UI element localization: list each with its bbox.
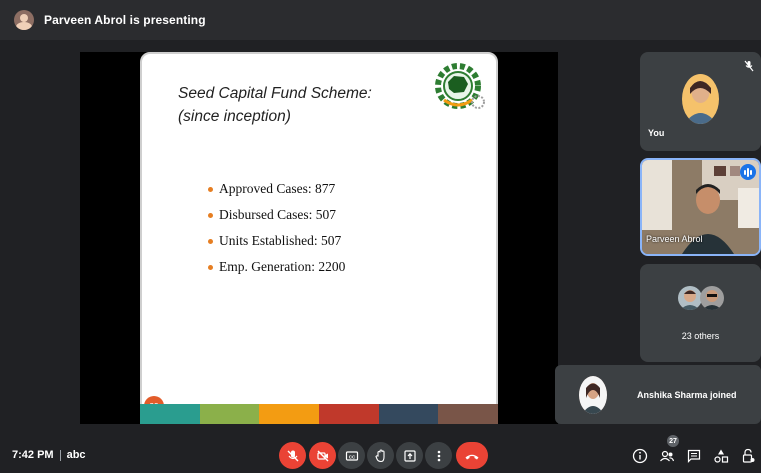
slide-color-strip	[140, 404, 499, 424]
divider	[59, 449, 61, 461]
chat-icon	[687, 449, 701, 463]
presenter-label: Parveen Abrol is presenting	[44, 13, 206, 27]
more-vert-icon	[437, 450, 440, 461]
chat-button[interactable]	[684, 446, 704, 466]
captions-button[interactable]: CC	[338, 442, 365, 469]
strip-segment	[199, 404, 260, 424]
camera-toggle-button[interactable]	[309, 442, 336, 469]
meet-screen: Parveen Abrol is presenting Seed Capital…	[0, 0, 761, 473]
participant-name: You	[648, 128, 665, 138]
strip-segment	[259, 404, 320, 424]
strip-segment	[140, 404, 200, 424]
slide-title-line-1: Seed Capital Fund Scheme:	[178, 85, 372, 102]
slide: Seed Capital Fund Scheme: (since incepti…	[140, 52, 498, 424]
people-icon	[660, 450, 675, 462]
shapes-icon	[714, 449, 729, 463]
strip-segment	[438, 404, 499, 424]
bottom-toolbar: 7:42 PM abc CC	[0, 438, 761, 473]
bullet-dot-icon	[208, 212, 213, 218]
avatar	[682, 74, 719, 124]
notification-text: Anshika Sharma joined	[637, 389, 737, 400]
more-options-button[interactable]	[425, 442, 452, 469]
meeting-clock: 7:42 PM abc	[12, 449, 86, 461]
camera-off-icon	[316, 450, 328, 461]
mic-off-icon	[287, 450, 298, 461]
slide-bullet: Disbursed Cases: 507	[208, 202, 345, 228]
strip-segment	[319, 404, 379, 424]
participant-name: Parveen Abrol	[646, 234, 703, 244]
strip-segment	[378, 404, 439, 424]
bullet-dot-icon	[208, 186, 213, 192]
organization-logo	[435, 63, 485, 109]
activities-button[interactable]	[711, 446, 731, 466]
mic-toggle-button[interactable]	[279, 442, 306, 469]
people-button[interactable]	[657, 446, 677, 466]
bullet-dot-icon	[208, 264, 213, 270]
info-icon	[632, 448, 648, 464]
people-count-badge: 27	[667, 435, 679, 447]
slide-bullet: Emp. Generation: 2200	[208, 254, 345, 280]
meeting-code: abc	[66, 449, 86, 461]
avatar	[700, 286, 724, 310]
join-notification: Anshika Sharma joined	[555, 365, 761, 424]
slide-bullet: Approved Cases: 877	[208, 176, 345, 202]
mic-off-icon	[744, 60, 754, 72]
hand-icon	[374, 448, 385, 462]
participant-tile-speaker[interactable]: Parveen Abrol	[640, 158, 761, 256]
captions-icon: CC	[345, 450, 358, 461]
participant-tile-you[interactable]: You	[640, 52, 761, 151]
svg-text:CC: CC	[348, 454, 355, 459]
presenter-avatar	[14, 10, 34, 30]
lock-person-icon	[742, 448, 755, 463]
slide-bullet-list: Approved Cases: 877 Disbursed Cases: 507…	[208, 176, 345, 280]
slide-title-line-2: (since inception)	[178, 108, 291, 125]
participant-tile-others[interactable]: 23 others	[640, 264, 761, 362]
slide-title: Seed Capital Fund Scheme: (since incepti…	[178, 82, 372, 128]
speaking-indicator-icon	[740, 164, 756, 180]
presentation-stage[interactable]: Seed Capital Fund Scheme: (since incepti…	[80, 52, 558, 424]
bullet-dot-icon	[208, 238, 213, 244]
leave-call-button[interactable]	[456, 442, 488, 469]
avatar	[579, 375, 607, 414]
raise-hand-button[interactable]	[367, 442, 394, 469]
present-icon	[403, 449, 416, 462]
avatar	[678, 286, 702, 310]
presenter-bar: Parveen Abrol is presenting	[0, 0, 761, 40]
meeting-details-button[interactable]	[630, 446, 650, 466]
host-controls-button[interactable]	[738, 446, 758, 466]
call-end-icon	[465, 454, 479, 459]
slide-bullet: Units Established: 507	[208, 228, 345, 254]
present-button[interactable]	[396, 442, 423, 469]
current-time: 7:42 PM	[12, 449, 54, 461]
others-count-label: 23 others	[681, 331, 720, 341]
